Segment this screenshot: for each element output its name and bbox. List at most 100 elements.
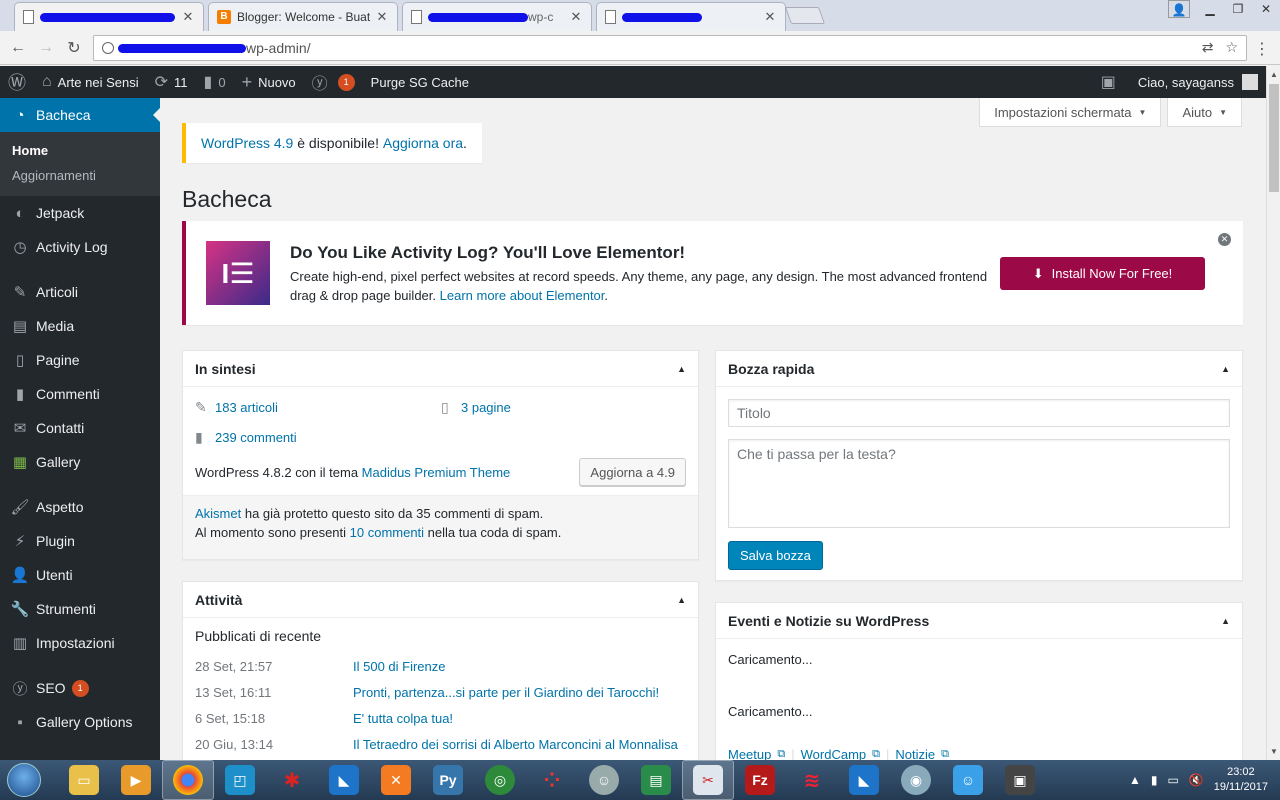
sidebar-item-contatti[interactable]: ✉ Contatti [0, 411, 160, 445]
bookmark-star-icon[interactable]: ☆ [1225, 39, 1238, 56]
akismet-link[interactable]: Akismet [195, 506, 241, 521]
glance-posts: ✎ 183 articoli [195, 399, 278, 415]
browser-tab-1[interactable]: ✕ [14, 2, 204, 31]
page-scrollbar[interactable]: ▲ ▼ [1266, 66, 1280, 760]
tray-expand-icon[interactable]: ▲ [1129, 773, 1141, 787]
taskbar-app-5[interactable]: ✱ [266, 760, 318, 800]
taskbar-python[interactable]: Py [422, 760, 474, 800]
install-elementor-button[interactable]: ⬇ Install Now For Free! [1000, 257, 1205, 290]
dismiss-icon[interactable]: ✕ [1218, 233, 1231, 246]
taskbar-app-6[interactable]: ◣ [318, 760, 370, 800]
site-info-icon[interactable] [102, 42, 114, 54]
sidebar-item-pagine[interactable]: ▯ Pagine [0, 343, 160, 377]
taskbar-app-11[interactable]: ☺ [578, 760, 630, 800]
scrollbar-thumb[interactable] [1269, 84, 1279, 192]
tab-close-icon[interactable]: ✕ [375, 9, 389, 25]
reload-icon[interactable]: ↻ [60, 38, 88, 58]
sidebar-item-aspetto[interactable]: 🖌 Aspetto [0, 490, 160, 524]
close-window-icon[interactable]: ✕ [1252, 0, 1280, 18]
back-icon[interactable]: ← [4, 39, 32, 57]
sidebar-item-articoli[interactable]: ✎ Articoli [0, 275, 160, 309]
tab-close-icon[interactable]: ✕ [181, 9, 195, 25]
purge-cache-button[interactable]: Purge SG Cache [363, 66, 477, 98]
sidebar-item-media[interactable]: ▤ Media [0, 309, 160, 343]
taskbar-explorer[interactable]: ▭ [58, 760, 110, 800]
system-clock[interactable]: 23:02 19/11/2017 [1214, 765, 1268, 795]
forward-icon[interactable]: → [32, 39, 60, 57]
update-now-link[interactable]: Aggiorna ora [383, 135, 463, 151]
sidebar-item-jetpack[interactable]: ◐ Jetpack [0, 196, 160, 230]
taskbar-app-19[interactable]: ▣ [994, 760, 1046, 800]
taskbar-xampp[interactable]: ✕ [370, 760, 422, 800]
sidebar-item-seo[interactable]: ⓨ SEO 1 [0, 671, 160, 705]
wp-version-link[interactable]: WordPress 4.9 [201, 135, 293, 151]
taskbar-app-15[interactable]: ≋ [786, 760, 838, 800]
sidebar-item-commenti[interactable]: ▮ Commenti [0, 377, 160, 411]
sidebar-item-activity-log[interactable]: ◷ Activity Log [0, 230, 160, 264]
browser-tab-4[interactable]: ✕ [596, 2, 786, 31]
draft-content-textarea[interactable]: Che ti passa per la testa? [728, 439, 1230, 528]
user-profile-icon[interactable]: 👤 [1168, 0, 1190, 18]
collapse-toggle-icon[interactable]: ▲ [677, 595, 686, 605]
site-name-menu[interactable]: ⌂ Arte nei Sensi [34, 66, 147, 98]
spam-queue-link[interactable]: 10 commenti [350, 525, 424, 540]
restore-icon[interactable]: ❐ [1224, 0, 1252, 18]
taskbar-media-player[interactable]: ▶ [110, 760, 162, 800]
minimize-icon[interactable]: ▁ [1196, 0, 1224, 18]
sidebar-item-bacheca[interactable]: ◔ Bacheca [0, 98, 160, 132]
collapse-toggle-icon[interactable]: ▲ [1221, 616, 1230, 626]
submenu-item-aggiornamenti[interactable]: Aggiornamenti [0, 163, 160, 188]
save-draft-button[interactable]: Salva bozza [728, 541, 823, 570]
wordcamp-link[interactable]: WordCamp [801, 747, 867, 760]
tab-close-icon[interactable]: ✕ [763, 9, 777, 25]
start-button[interactable] [0, 760, 48, 800]
taskbar-filezilla[interactable]: Fz [734, 760, 786, 800]
browser-tab-2[interactable]: B Blogger: Welcome - Buat ✕ [208, 2, 398, 31]
scroll-down-icon[interactable]: ▼ [1270, 747, 1278, 756]
draft-title-input[interactable]: Titolo [728, 399, 1230, 427]
browser-tab-3[interactable]: wp-c ✕ [402, 2, 592, 31]
my-account-menu[interactable]: Ciao, sayaganss [1130, 66, 1266, 98]
taskbar-finder[interactable]: ☺ [942, 760, 994, 800]
sidebar-item-gallery-options[interactable]: ▪ Gallery Options [0, 705, 160, 739]
new-content-menu[interactable]: + Nuovo [234, 66, 304, 98]
sidebar-item-plugin[interactable]: ⚡ Plugin [0, 524, 160, 558]
theme-link[interactable]: Madidus Premium Theme [362, 465, 511, 480]
taskbar-app-12[interactable]: ▤ [630, 760, 682, 800]
screen-options-button[interactable]: Impostazioni schermata ▼ [979, 98, 1162, 127]
comments-menu[interactable]: ▮ 0 [196, 66, 234, 98]
volume-muted-icon[interactable]: 🔇 [1189, 773, 1204, 787]
new-tab-button[interactable] [784, 7, 826, 24]
taskbar-app-13[interactable]: ✂ [682, 760, 734, 800]
sidebar-item-gallery[interactable]: ▦ Gallery [0, 445, 160, 479]
submenu-item-home[interactable]: Home [0, 138, 160, 163]
update-wp-button[interactable]: Aggiorna a 4.9 [579, 458, 686, 486]
seo-menu[interactable]: ⓨ 1 [304, 66, 363, 98]
notifications-menu[interactable]: ▣ [1093, 66, 1130, 98]
taskbar-chrome[interactable] [162, 760, 214, 800]
wp-logo-menu[interactable]: Ⓦ [0, 66, 34, 98]
help-button[interactable]: Aiuto ▼ [1167, 98, 1242, 127]
tab-close-icon[interactable]: ✕ [569, 9, 583, 25]
browser-menu-icon[interactable]: ⋮ [1254, 39, 1270, 59]
sidebar-item-strumenti[interactable]: 🔧 Strumenti [0, 592, 160, 626]
news-link[interactable]: Notizie [895, 747, 935, 760]
app-icon: ≋ [803, 769, 821, 792]
taskbar-app-17[interactable]: ◉ [890, 760, 942, 800]
taskbar-app-10[interactable]: ⁘ [526, 760, 578, 800]
taskbar-network[interactable]: ◎ [474, 760, 526, 800]
taskbar-app-4[interactable]: ◰ [214, 760, 266, 800]
network-icon[interactable]: ▭ [1167, 773, 1178, 787]
scroll-up-icon[interactable]: ▲ [1270, 70, 1278, 79]
meetup-link[interactable]: Meetup [728, 747, 771, 760]
sidebar-item-utenti[interactable]: 👤 Utenti [0, 558, 160, 592]
taskbar-app-16[interactable]: ◣ [838, 760, 890, 800]
translate-icon[interactable]: ⇄ [1202, 39, 1214, 56]
sidebar-item-impostazioni[interactable]: ▥ Impostazioni [0, 626, 160, 660]
collapse-toggle-icon[interactable]: ▲ [677, 364, 686, 374]
address-bar[interactable]: wp-admin/ ⇄ ☆ [93, 35, 1247, 61]
tray-device-icon[interactable]: ▮ [1151, 773, 1158, 787]
learn-more-link[interactable]: Learn more about Elementor [440, 288, 605, 303]
updates-menu[interactable]: ⟳ 11 [147, 66, 196, 98]
collapse-toggle-icon[interactable]: ▲ [1221, 364, 1230, 374]
